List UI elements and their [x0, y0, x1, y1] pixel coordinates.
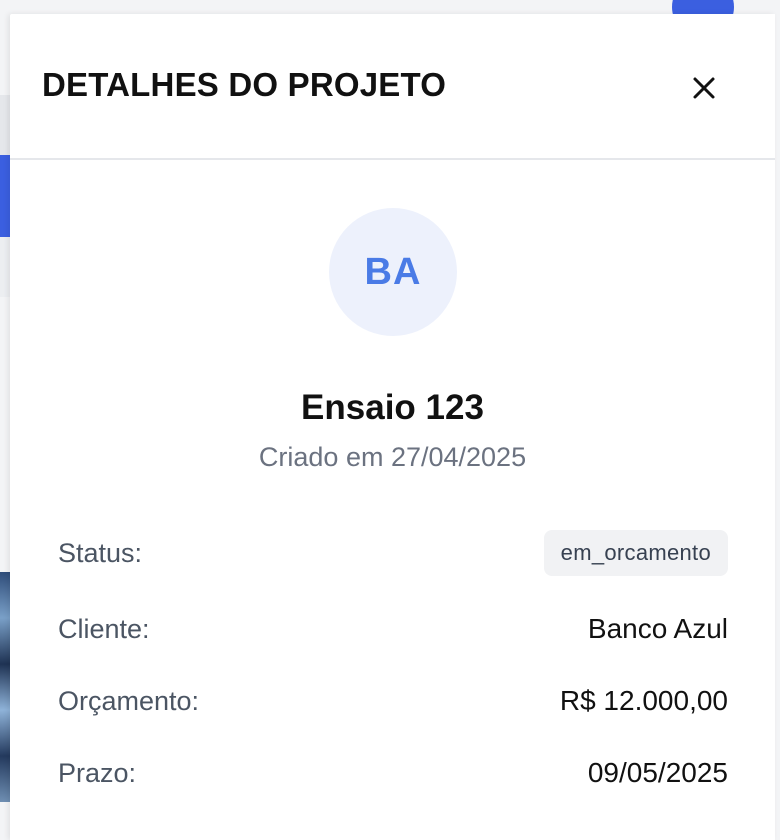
drawer-title: DETALHES DO PROJETO: [42, 66, 447, 103]
detail-row-orcamento: Orçamento: R$ 12.000,00: [58, 676, 728, 726]
avatar-initials: BA: [364, 250, 422, 293]
drawer-header: DETALHES DO PROJETO: [10, 14, 775, 160]
project-name: Ensaio 123: [301, 388, 484, 427]
project-details-drawer: DETALHES DO PROJETO BA Ensaio 123 Criado…: [10, 14, 775, 840]
orcamento-value: R$ 12.000,00: [559, 685, 728, 716]
status-label: Status:: [58, 537, 143, 568]
status-badge: em_orcamento: [543, 530, 728, 576]
created-date: Criado em 27/04/2025: [258, 442, 527, 472]
close-button[interactable]: [684, 68, 724, 108]
project-avatar: BA: [329, 208, 457, 336]
cliente-label: Cliente:: [58, 613, 150, 644]
orcamento-label: Orçamento:: [58, 685, 200, 716]
close-icon: [684, 68, 724, 108]
detail-row-status: Status: em_orcamento: [58, 528, 728, 578]
detail-row-cliente: Cliente: Banco Azul: [58, 604, 728, 654]
cliente-value: Banco Azul: [587, 613, 728, 644]
detail-row-prazo: Prazo: 09/05/2025: [58, 748, 728, 798]
prazo-value: 09/05/2025: [587, 757, 728, 788]
prazo-label: Prazo:: [58, 757, 137, 788]
